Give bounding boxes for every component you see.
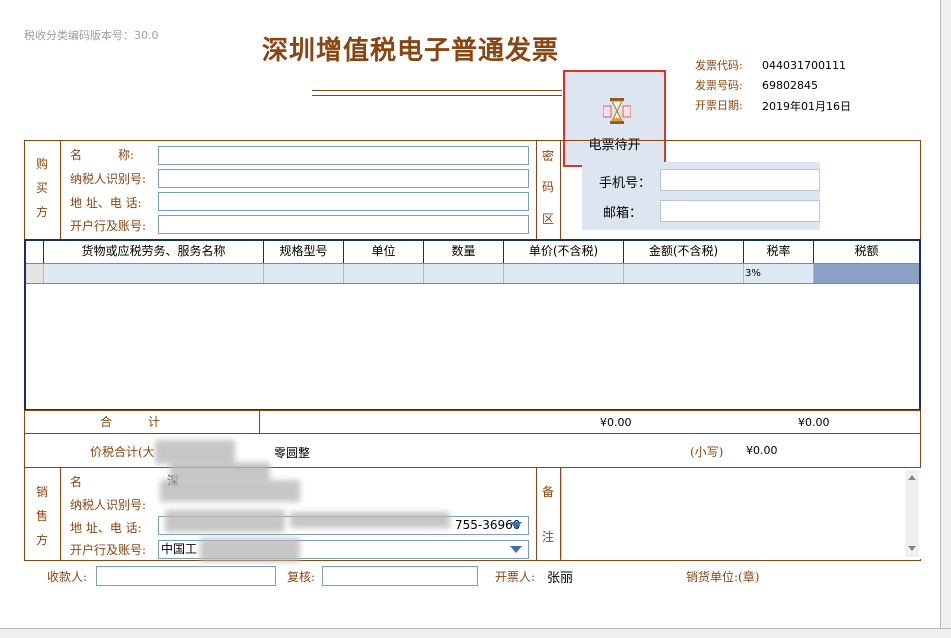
cell-qty[interactable] bbox=[424, 264, 504, 283]
invoice-title: 深圳增值税电子普通发票 bbox=[262, 36, 560, 66]
contact-panel: 手机号： 邮箱： bbox=[582, 162, 820, 230]
privacy-mask bbox=[170, 462, 270, 482]
price-tax-total-label: 价税合计(大 bbox=[90, 445, 155, 459]
cell-tax[interactable] bbox=[814, 264, 919, 283]
seller-bank-label: 开户行及账号: bbox=[70, 543, 147, 557]
col-qty-header[interactable]: 数量 bbox=[424, 241, 504, 263]
col-price-header[interactable]: 单价(不含税) bbox=[504, 241, 624, 263]
privacy-mask bbox=[160, 480, 300, 502]
hourglass-icon bbox=[603, 98, 631, 124]
privacy-mask bbox=[165, 510, 285, 532]
payee-label: 收款人: bbox=[47, 570, 88, 584]
invoice-date-value: 2019年01月16日 bbox=[762, 100, 851, 113]
title-double-line-bottom bbox=[312, 95, 562, 96]
small-amount-label: (小写) bbox=[690, 445, 724, 459]
row-indicator[interactable] bbox=[26, 264, 44, 283]
reviewer-input[interactable] bbox=[322, 566, 478, 586]
total-label: 合 计 bbox=[100, 415, 161, 429]
seller-char-1: 销 bbox=[35, 485, 48, 499]
password-char-2: 码 bbox=[541, 180, 554, 194]
seller-seal-label: 销货单位:(章) bbox=[686, 570, 760, 584]
password-char-1: 密 bbox=[541, 149, 554, 163]
amount-total: ¥0.00 bbox=[600, 416, 632, 429]
seller-taxid-label: 纳税人识别号: bbox=[70, 498, 147, 512]
cell-name[interactable] bbox=[44, 264, 264, 283]
cell-price[interactable] bbox=[504, 264, 624, 283]
privacy-mask bbox=[200, 538, 300, 562]
amount-in-words: 零圆整 bbox=[274, 446, 311, 460]
col-unit-header[interactable]: 单位 bbox=[344, 241, 424, 263]
seller-char-3: 方 bbox=[35, 533, 48, 547]
cell-rate[interactable]: 3% bbox=[744, 264, 814, 283]
seller-bank-text: 中国工 bbox=[161, 542, 198, 556]
col-rate-header[interactable]: 税率 bbox=[744, 241, 814, 263]
email-input[interactable] bbox=[660, 200, 820, 222]
remarks-textarea[interactable] bbox=[561, 468, 921, 559]
remarks-char-1: 备 bbox=[541, 485, 554, 499]
reviewer-label: 复核: bbox=[287, 570, 316, 584]
scroll-up-icon[interactable] bbox=[908, 475, 916, 480]
buyer-bank-label: 开户行及账号: bbox=[70, 219, 147, 233]
email-label: 邮箱： bbox=[603, 206, 643, 221]
buyer-char-3: 方 bbox=[35, 205, 48, 219]
buyer-name-input[interactable] bbox=[158, 146, 529, 165]
privacy-mask bbox=[155, 440, 235, 464]
col-amount-header[interactable]: 金额(不含税) bbox=[624, 241, 744, 263]
window-bottom-frame bbox=[0, 628, 951, 638]
seller-name-label: 名 bbox=[70, 475, 83, 489]
phone-label: 手机号： bbox=[599, 176, 652, 191]
buyer-taxid-input[interactable] bbox=[158, 169, 529, 188]
cell-unit[interactable] bbox=[344, 264, 424, 283]
invoice-code-value: 044031700111 bbox=[762, 59, 846, 72]
invoice-date-label: 开票日期: bbox=[695, 99, 743, 112]
payee-input[interactable] bbox=[96, 566, 276, 586]
table-row[interactable]: 3% bbox=[26, 263, 919, 284]
buyer-address-label: 地 址、电 话: bbox=[70, 196, 142, 210]
issuer-label: 开票人: bbox=[495, 570, 536, 584]
buyer-char-2: 买 bbox=[35, 181, 48, 195]
seller-address-dropdown-icon[interactable] bbox=[510, 522, 522, 529]
buyer-name-label: 名 称: bbox=[70, 148, 135, 162]
invoice-number-label: 发票号码: bbox=[695, 79, 743, 92]
phone-input[interactable] bbox=[660, 169, 820, 191]
scroll-down-icon[interactable] bbox=[908, 546, 916, 551]
small-amount-value: ¥0.00 bbox=[746, 444, 778, 457]
remarks-scrollbar[interactable] bbox=[905, 470, 919, 557]
version-label: 税收分类编码版本号：30.0 bbox=[24, 29, 159, 42]
col-spec-header[interactable]: 规格型号 bbox=[264, 241, 344, 263]
issuer-value: 张丽 bbox=[547, 571, 574, 586]
col-name-header[interactable]: 货物或应税劳务、服务名称 bbox=[44, 241, 264, 263]
window-right-frame bbox=[940, 0, 951, 638]
cell-spec[interactable] bbox=[264, 264, 344, 283]
password-char-3: 区 bbox=[541, 212, 554, 226]
cell-amount[interactable] bbox=[624, 264, 744, 283]
invoice-number-value: 69802845 bbox=[762, 79, 818, 92]
buyer-char-1: 购 bbox=[35, 157, 48, 171]
remarks-char-2: 注 bbox=[541, 530, 554, 544]
privacy-mask bbox=[290, 512, 450, 528]
seller-bank-dropdown-icon[interactable] bbox=[510, 546, 522, 553]
row-indicator-header bbox=[26, 241, 44, 263]
buyer-bank-input[interactable] bbox=[158, 215, 529, 234]
invoice-code-label: 发票代码: bbox=[695, 59, 743, 72]
seller-address-label: 地 址、电 话: bbox=[70, 521, 142, 535]
buyer-taxid-label: 纳税人识别号: bbox=[70, 172, 147, 186]
buyer-address-input[interactable] bbox=[158, 192, 529, 211]
col-tax-header[interactable]: 税额 bbox=[814, 241, 919, 263]
goods-table: 货物或应税劳务、服务名称 规格型号 单位 数量 单价(不含税) 金额(不含税) … bbox=[24, 239, 921, 411]
seller-char-2: 售 bbox=[35, 509, 48, 523]
tax-total: ¥0.00 bbox=[798, 416, 830, 429]
title-double-line-top bbox=[312, 90, 562, 91]
